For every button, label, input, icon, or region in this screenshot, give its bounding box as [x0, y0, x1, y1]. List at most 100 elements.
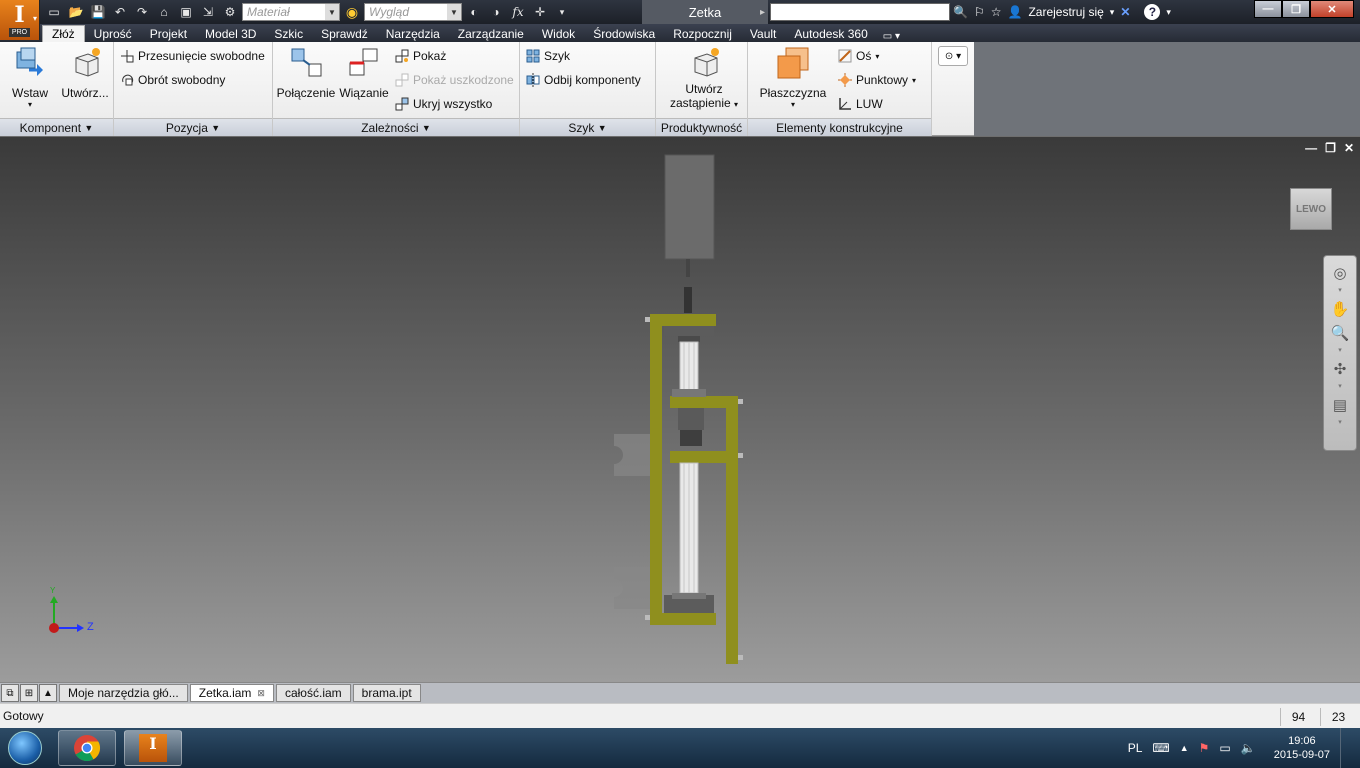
panel-title-komponent[interactable]: Komponent ▼	[0, 118, 113, 136]
open-folder-icon[interactable]: 📂	[66, 3, 86, 21]
chevron-down-icon[interactable]: ▾	[1110, 7, 1115, 18]
taskbar-inventor[interactable]: I	[124, 730, 182, 766]
home-icon[interactable]: ⌂	[154, 3, 174, 21]
point-button[interactable]: Punktowy ▾	[838, 71, 916, 89]
open-documents-menu-icon[interactable]: ▲	[39, 684, 57, 702]
tab-szkic[interactable]: Szkic	[265, 25, 312, 42]
customize-qat-icon[interactable]: ▾	[552, 3, 572, 21]
subscription-icon[interactable]: ⚐	[974, 5, 985, 19]
view-cube[interactable]: LEWO	[1290, 188, 1332, 230]
tab-widok[interactable]: Widok	[533, 25, 584, 42]
star-icon[interactable]: ☆	[991, 5, 1002, 19]
language-indicator[interactable]: PL	[1128, 741, 1143, 755]
measure-icon[interactable]: ✛	[530, 3, 550, 21]
tab-projekt[interactable]: Projekt	[141, 25, 196, 42]
ucs-button[interactable]: LUW	[838, 95, 883, 113]
parameters-fx-icon[interactable]: fx	[508, 3, 528, 21]
joint-button[interactable]: Połączenie	[277, 46, 335, 100]
volume-icon[interactable]: 🔈	[1241, 741, 1256, 755]
show-sick-button[interactable]: Pokaż uszkodzone	[395, 71, 514, 89]
appearance-combo[interactable]: Wygląd ▼	[364, 3, 462, 21]
tile-windows-icon[interactable]: ⊞	[20, 684, 38, 702]
screenshot-icon[interactable]: ▣	[176, 3, 196, 21]
graphics-viewport[interactable]: — ❐ ✕ LEWO ◎ ▾ ✋ 🔍 ▾ ✣ ▾ ▤ ▾ Z Y	[0, 137, 1360, 682]
tab-vault[interactable]: Vault	[741, 25, 785, 42]
insert-button[interactable]: Wstaw ▾	[8, 46, 52, 109]
doc-tab-my-home[interactable]: Moje narzędzia głó...	[59, 684, 188, 702]
tab-rozpocznij[interactable]: Rozpocznij	[664, 25, 741, 42]
undo-icon[interactable]: ↶	[110, 3, 130, 21]
help-button[interactable]: ?	[1144, 4, 1161, 20]
signin-link[interactable]: Zarejestruj się	[1028, 5, 1103, 19]
panel-title-pozycja[interactable]: Pozycja ▼	[114, 118, 272, 136]
cascade-windows-icon[interactable]: ⧉	[1, 684, 19, 702]
tab-zloz[interactable]: Złóż	[42, 25, 85, 42]
chevron-down-icon[interactable]: ▾	[1338, 286, 1342, 296]
ribbon-display-toggle[interactable]: ▭ ▾	[883, 31, 900, 42]
tab-uprosc[interactable]: Uprość	[85, 25, 141, 42]
show-button[interactable]: Pokaż	[395, 47, 446, 65]
material-combo[interactable]: Materiał ▼	[242, 3, 340, 21]
restore-button[interactable]: ❐	[1282, 0, 1310, 18]
ribbon-overflow-button[interactable]: ⊙ ▾	[938, 46, 968, 66]
steering-wheel-icon[interactable]: ◎	[1328, 262, 1352, 284]
zoom-icon[interactable]: 🔍	[1328, 322, 1352, 344]
inventor-icon: I	[139, 734, 167, 762]
pattern-button[interactable]: Szyk	[526, 47, 570, 65]
adjust-appearance-icon[interactable]: ◐	[464, 3, 484, 21]
status-count-documents: 23	[1320, 708, 1356, 726]
tab-autodesk-360[interactable]: Autodesk 360	[785, 25, 876, 42]
app-menu-button[interactable]: I PRO ▾	[0, 0, 40, 40]
hide-all-button[interactable]: Ukryj wszystko	[395, 95, 492, 113]
search-icon[interactable]: 🔍	[953, 5, 968, 19]
update-icon[interactable]: ⚙	[220, 3, 240, 21]
action-center-icon[interactable]: ⚑	[1199, 741, 1210, 755]
chevron-down-icon[interactable]: ▾	[1338, 382, 1342, 392]
close-button[interactable]: ✕	[1310, 0, 1354, 18]
mirror-button[interactable]: Odbij komponenty	[526, 71, 641, 89]
clock[interactable]: 19:06 2015-09-07	[1274, 734, 1330, 762]
assembly-model[interactable]	[0, 137, 1360, 682]
redo-icon[interactable]: ↷	[132, 3, 152, 21]
look-at-icon[interactable]: ▤	[1328, 394, 1352, 416]
minimize-button[interactable]: —	[1254, 0, 1282, 18]
tab-zarzadzanie[interactable]: Zarządzanie	[449, 25, 533, 42]
clear-appearance-icon[interactable]: ◑	[486, 3, 506, 21]
nav-bar-options-icon[interactable]: ▾	[1338, 418, 1342, 428]
plane-button[interactable]: Płaszczyzna ▾	[758, 46, 828, 109]
pan-hand-icon[interactable]: ✋	[1328, 298, 1352, 320]
doc-tab-calosc[interactable]: całość.iam	[275, 684, 351, 702]
show-desktop-button[interactable]	[1340, 728, 1352, 768]
ribbon-empty-area	[974, 42, 1360, 136]
doc-tab-brama[interactable]: brama.ipt	[352, 684, 421, 702]
exchange-icon[interactable]: ✕	[1120, 5, 1130, 19]
axis-button[interactable]: Oś ▾	[838, 47, 879, 65]
save-icon[interactable]: 💾	[88, 3, 108, 21]
tray-expand-icon[interactable]: ▲	[1180, 743, 1189, 753]
constrain-button[interactable]: Wiązanie	[337, 46, 391, 100]
network-icon[interactable]: ▭	[1219, 741, 1230, 755]
panel-title-text: Produktywność	[660, 120, 743, 135]
free-move-button[interactable]: Przesunięcie swobodne	[120, 47, 265, 65]
start-button[interactable]	[0, 728, 50, 768]
chevron-down-icon[interactable]: ▾	[1166, 7, 1171, 18]
doc-tab-zetka[interactable]: Zetka.iam ⊠	[189, 684, 274, 702]
create-substitute-button[interactable]: Utwórz zastąpienie ▾	[666, 46, 742, 110]
free-rotate-button[interactable]: Obrót swobodny	[120, 71, 225, 89]
title-right-tools: 🔍 ⚐ ☆ 👤 Zarejestruj się ▾ ✕ ? ▾	[953, 2, 1171, 22]
keyboard-icon[interactable]: ⌨	[1152, 741, 1169, 755]
orbit-icon[interactable]: ✣	[1328, 358, 1352, 380]
tab-narzedzia[interactable]: Narzędzia	[377, 25, 449, 42]
tab-sprawdz[interactable]: Sprawdź	[312, 25, 377, 42]
select-mode-icon[interactable]: ⇲	[198, 3, 218, 21]
help-search-input[interactable]	[770, 3, 950, 21]
chevron-down-icon[interactable]: ▾	[1338, 346, 1342, 356]
tab-srodowiska[interactable]: Środowiska	[584, 25, 664, 42]
taskbar-chrome[interactable]	[58, 730, 116, 766]
new-file-icon[interactable]: ▭	[44, 3, 64, 21]
close-tab-icon[interactable]: ⊠	[257, 688, 265, 699]
panel-title-zaleznosci[interactable]: Zależności ▼	[273, 118, 519, 136]
tab-model-3d[interactable]: Model 3D	[196, 25, 265, 42]
create-button[interactable]: Utwórz...	[58, 46, 112, 100]
panel-title-szyk[interactable]: Szyk ▼	[520, 118, 655, 136]
